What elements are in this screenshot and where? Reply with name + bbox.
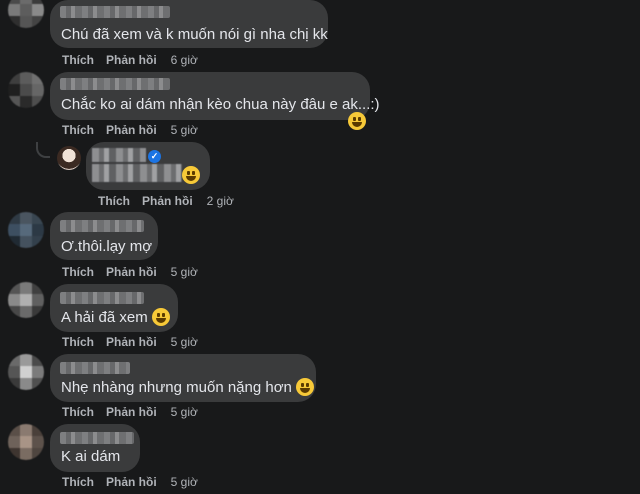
author-name-redacted[interactable]: [60, 292, 144, 304]
avatar[interactable]: [8, 0, 44, 28]
author-name-redacted[interactable]: [60, 362, 130, 374]
comment-text: Chú đã xem và k muốn nói gì nha chị kk: [61, 26, 328, 43]
timestamp[interactable]: 5 giờ: [171, 265, 198, 279]
grinning-sweat-emoji: [348, 112, 366, 130]
comment-bubble[interactable]: Chú đã xem và k muốn nói gì nha chị kk: [50, 0, 328, 48]
author-name-redacted[interactable]: [60, 432, 134, 444]
like-button[interactable]: Thích: [98, 194, 130, 208]
avatar[interactable]: [57, 146, 81, 170]
avatar[interactable]: [8, 282, 44, 318]
avatar[interactable]: [8, 72, 44, 108]
comment-bubble[interactable]: Chắc ko ai dám nhận kèo chua này đâu e a…: [50, 72, 380, 120]
timestamp[interactable]: 5 giờ: [171, 405, 198, 419]
comment-actions: Thích Phản hồi 5 giờ: [62, 335, 198, 349]
author-name-redacted[interactable]: [60, 78, 170, 90]
comment-actions: Thích Phản hồi 5 giờ: [62, 123, 198, 137]
comment-actions: Thích Phản hồi 6 giờ: [62, 53, 198, 67]
timestamp[interactable]: 5 giờ: [171, 335, 198, 349]
author-name-redacted[interactable]: [60, 220, 144, 232]
reply-button[interactable]: Phản hồi: [106, 405, 157, 419]
comment-bubble[interactable]: Ơ.thôi.lạy mợ: [50, 212, 158, 260]
avatar[interactable]: [8, 212, 44, 248]
comment-text: A hải đã xem: [61, 308, 148, 326]
like-button[interactable]: Thích: [62, 475, 94, 489]
like-button[interactable]: Thích: [62, 265, 94, 279]
comment-actions: Thích Phản hồi 5 giờ: [62, 405, 198, 419]
timestamp[interactable]: 2 giờ: [207, 194, 234, 208]
timestamp[interactable]: 6 giờ: [171, 53, 198, 67]
reply-actions: Thích Phản hồi 2 giờ: [98, 194, 234, 208]
reply-text-redacted: [92, 164, 182, 182]
like-button[interactable]: Thích: [62, 123, 94, 137]
avatar[interactable]: [8, 424, 44, 460]
verified-badge-icon: ✓: [148, 150, 161, 163]
comment-actions: Thích Phản hồi 5 giờ: [62, 265, 198, 279]
timestamp[interactable]: 5 giờ: [171, 123, 198, 137]
reply-button[interactable]: Phản hồi: [106, 53, 157, 67]
reply-button[interactable]: Phản hồi: [142, 194, 193, 208]
rofl-emoji: [182, 166, 200, 184]
reply-button[interactable]: Phản hồi: [106, 123, 157, 137]
reply-button[interactable]: Phản hồi: [106, 335, 157, 349]
like-button[interactable]: Thích: [62, 53, 94, 67]
reply-button[interactable]: Phản hồi: [106, 475, 157, 489]
author-name-redacted[interactable]: [60, 6, 170, 18]
comment-bubble[interactable]: A hải đã xem: [50, 284, 178, 332]
timestamp[interactable]: 5 giờ: [171, 475, 198, 489]
reply-button[interactable]: Phản hồi: [106, 265, 157, 279]
like-button[interactable]: Thích: [62, 405, 94, 419]
comment-actions: Thích Phản hồi 5 giờ: [62, 475, 198, 489]
like-button[interactable]: Thích: [62, 335, 94, 349]
comment-bubble[interactable]: K ai dám: [50, 424, 140, 472]
comment-bubble[interactable]: Nhẹ nhàng nhưng muốn nặng hơn: [50, 354, 316, 402]
comment-text: Nhẹ nhàng nhưng muốn nặng hơn: [61, 378, 292, 396]
laughing-emoji: [151, 308, 170, 326]
comment-text: Chắc ko ai dám nhận kèo chua này đâu e a…: [61, 96, 380, 113]
comment-text: Ơ.thôi.lạy mợ: [61, 238, 153, 255]
comment-text: K ai dám: [61, 448, 121, 465]
smirk-emoji: [295, 378, 314, 396]
author-name-redacted[interactable]: [92, 148, 146, 162]
avatar[interactable]: [8, 354, 44, 390]
reply-thread-line: [36, 142, 50, 158]
